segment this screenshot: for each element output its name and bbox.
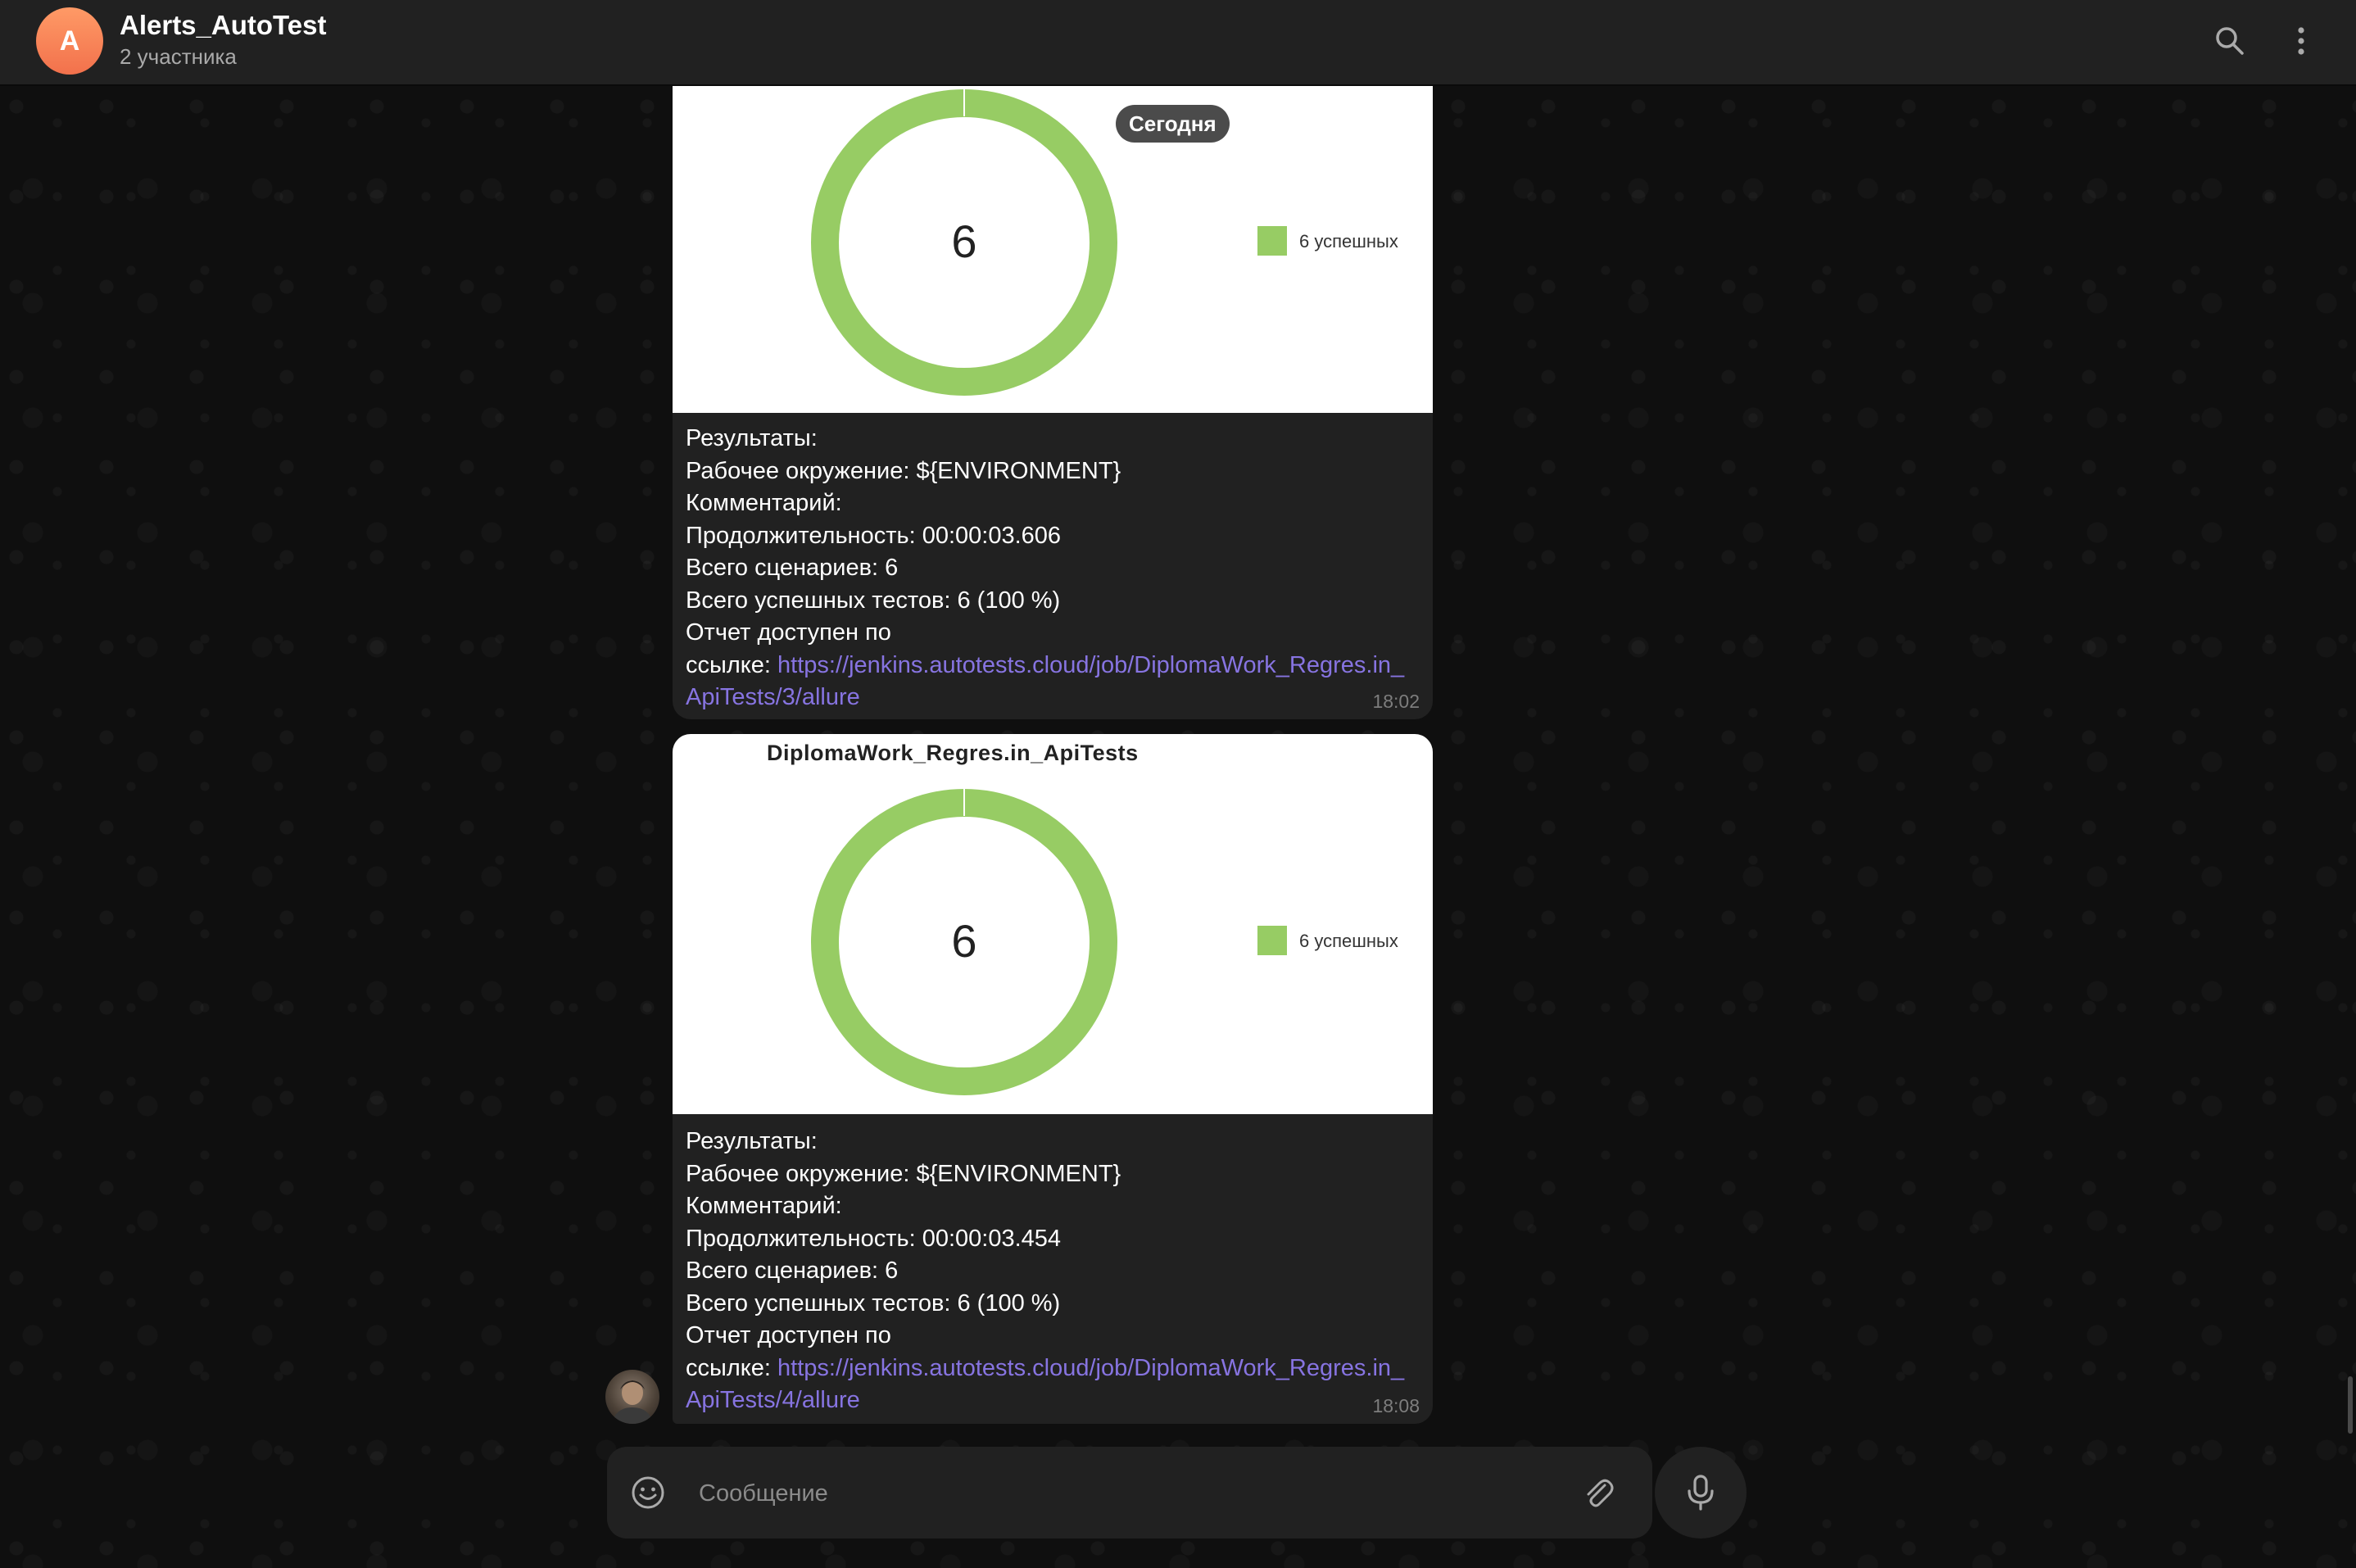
more-vertical-icon[interactable] bbox=[2278, 18, 2324, 64]
message-bubble[interactable]: 6 6 успешных Результаты: Рабочее окружен… bbox=[673, 85, 1433, 719]
caption-line-environment: Рабочее окружение: ${ENVIRONMENT} bbox=[686, 1160, 1121, 1187]
legend-label: 6 успешных bbox=[1299, 931, 1398, 951]
report-link[interactable]: https://jenkins.autotests.cloud/job/Dipl… bbox=[686, 652, 1404, 711]
caption-line-comment: Комментарий: bbox=[686, 1193, 842, 1219]
caption-line-duration: Продолжительность: 00:00:03.606 bbox=[686, 522, 1062, 549]
donut-total-label: 6 bbox=[951, 915, 976, 967]
legend-swatch bbox=[1257, 226, 1287, 256]
legend-swatch bbox=[1257, 926, 1287, 955]
caption-line-report: Отчет доступен по bbox=[686, 1322, 891, 1348]
caption-line-comment: Комментарий: bbox=[686, 490, 842, 516]
caption-line-link: ссылке: https://jenkins.autotests.cloud/… bbox=[686, 650, 1420, 714]
report-link[interactable]: https://jenkins.autotests.cloud/job/Dipl… bbox=[686, 1355, 1404, 1414]
message-time: 18:08 bbox=[1372, 1395, 1420, 1416]
composer-field[interactable] bbox=[607, 1447, 1652, 1539]
chat-scrollbar[interactable] bbox=[2348, 1376, 2353, 1434]
date-separator: Сегодня bbox=[1116, 105, 1230, 143]
message-time: 18:02 bbox=[1372, 691, 1420, 712]
message-composer bbox=[607, 1447, 1652, 1540]
caption-line-duration: Продолжительность: 00:00:03.454 bbox=[686, 1225, 1062, 1252]
donut-chart: 6 6 успешных bbox=[811, 788, 1398, 1095]
caption-line-environment: Рабочее окружение: ${ENVIRONMENT} bbox=[686, 457, 1121, 484]
chart-title: DiplomaWork_Regres.in_ApiTests bbox=[767, 741, 1139, 765]
message-text: Результаты: Рабочее окружение: ${ENVIRON… bbox=[686, 1126, 1420, 1417]
caption-line-passed: Всего успешных тестов: 6 (100 %) bbox=[686, 1289, 1061, 1316]
message-input[interactable] bbox=[697, 1470, 1561, 1517]
caption-line-report: Отчет доступен по bbox=[686, 619, 891, 646]
smile-icon[interactable] bbox=[625, 1470, 671, 1516]
donut-chart: 6 6 успешных bbox=[811, 88, 1398, 396]
legend-label: 6 успешных bbox=[1299, 231, 1398, 252]
microphone-icon[interactable] bbox=[1655, 1447, 1747, 1539]
message-text: Результаты: Рабочее окружение: ${ENVIRON… bbox=[686, 423, 1420, 714]
caption-line-scenarios: Всего сценариев: 6 bbox=[686, 555, 899, 581]
message-bubble[interactable]: 6 6 успешных DiplomaWork_Regres.in_ApiTe… bbox=[673, 734, 1433, 1424]
chat-title: Alerts_AutoTest bbox=[120, 10, 327, 40]
caption-line-passed: Всего успешных тестов: 6 (100 %) bbox=[686, 587, 1061, 614]
sender-avatar[interactable] bbox=[605, 1370, 659, 1424]
link-prefix: ссылке: bbox=[686, 1354, 778, 1381]
report-chart-image[interactable]: 6 6 успешных bbox=[673, 85, 1433, 413]
paperclip-icon[interactable] bbox=[1575, 1470, 1621, 1516]
search-icon[interactable] bbox=[2207, 18, 2253, 64]
chat-title-block[interactable]: Alerts_AutoTest 2 участника bbox=[120, 8, 326, 70]
caption-line-link: ссылке: https://jenkins.autotests.cloud/… bbox=[686, 1353, 1420, 1417]
chat-header[interactable]: A Alerts_AutoTest 2 участника bbox=[0, 0, 2356, 86]
chat-member-count: 2 участника bbox=[120, 44, 237, 69]
caption-line-scenarios: Всего сценариев: 6 bbox=[686, 1258, 899, 1284]
chat-avatar[interactable]: A bbox=[36, 7, 103, 75]
caption-line-results: Результаты: bbox=[686, 425, 818, 451]
report-chart-image[interactable]: 6 6 успешных DiplomaWork_Regres.in_ApiTe… bbox=[673, 734, 1433, 1114]
link-prefix: ссылке: bbox=[686, 651, 778, 678]
donut-total-label: 6 bbox=[951, 215, 976, 267]
caption-line-results: Результаты: bbox=[686, 1128, 818, 1154]
